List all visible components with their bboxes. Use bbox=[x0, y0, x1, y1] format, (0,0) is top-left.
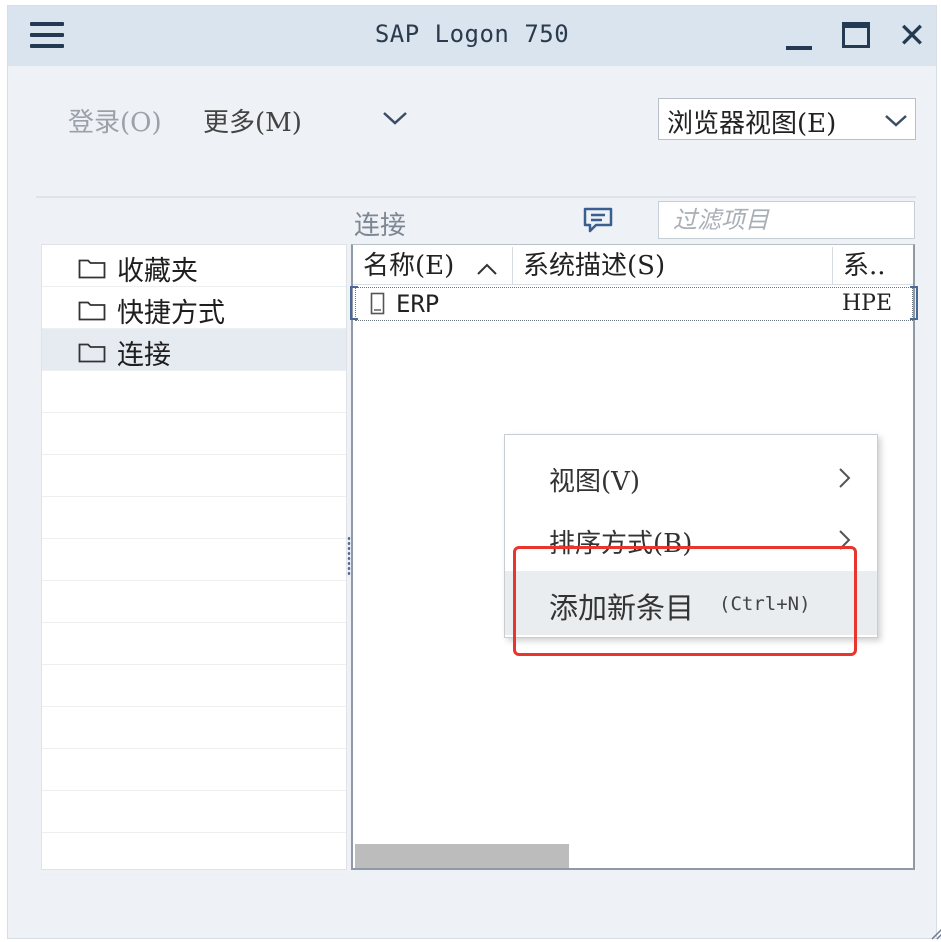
horizontal-scrollbar[interactable] bbox=[355, 844, 569, 868]
tree-item-shortcuts[interactable]: 快捷方式 bbox=[42, 287, 346, 329]
navigation-tree: 收藏夹 快捷方式 连接 bbox=[41, 244, 347, 875]
connection-name: ERP bbox=[396, 290, 440, 318]
connections-heading: 连接 bbox=[354, 211, 407, 241]
tree-item-label: 快捷方式 bbox=[117, 298, 225, 329]
column-header-system[interactable]: 系.. bbox=[833, 247, 911, 285]
column-header-name[interactable]: 名称(E) bbox=[353, 247, 513, 285]
tree-empty-row bbox=[42, 833, 346, 875]
list-item[interactable]: ERP HPE bbox=[350, 286, 918, 321]
tree-empty-row bbox=[42, 497, 346, 539]
sap-logon-window: SAP Logon 750 ✕ 登录(O) 更多(M) 浏览器视图(E) 连接 … bbox=[7, 5, 941, 940]
folder-icon bbox=[78, 301, 106, 321]
title-bar: SAP Logon 750 ✕ bbox=[8, 6, 936, 66]
connection-icon bbox=[370, 292, 385, 315]
maximize-icon bbox=[842, 22, 870, 48]
view-dropdown[interactable]: 浏览器视图(E) bbox=[658, 98, 916, 140]
close-icon: ✕ bbox=[897, 16, 927, 56]
menu-item-label: 视图(V) bbox=[549, 467, 641, 497]
chevron-up-icon bbox=[477, 263, 497, 275]
login-button[interactable]: 登录(O) bbox=[68, 102, 162, 139]
chevron-down-icon[interactable] bbox=[380, 106, 410, 130]
list-header: 名称(E) 系统描述(S) 系.. bbox=[353, 245, 913, 285]
tree-empty-row bbox=[42, 371, 346, 413]
connection-system: HPE bbox=[842, 291, 893, 316]
tree-item-connections[interactable]: 连接 bbox=[42, 329, 346, 371]
minimize-button[interactable] bbox=[780, 16, 820, 56]
chevron-down-icon bbox=[885, 115, 907, 127]
view-dropdown-value: 浏览器视图(E) bbox=[667, 109, 837, 139]
column-header-label: 名称(E) bbox=[363, 251, 455, 281]
tree-empty-row bbox=[42, 791, 346, 833]
close-button[interactable]: ✕ bbox=[892, 16, 932, 56]
tree-item-label: 连接 bbox=[117, 340, 171, 371]
maximize-button[interactable] bbox=[838, 16, 878, 56]
tree-item-label: 收藏夹 bbox=[117, 256, 198, 287]
resize-grip-icon[interactable] bbox=[928, 924, 941, 940]
tree-item-favorites[interactable]: 收藏夹 bbox=[42, 245, 346, 287]
folder-icon bbox=[78, 259, 106, 279]
chevron-right-icon bbox=[839, 468, 851, 488]
tree-empty-row bbox=[42, 455, 346, 497]
tree-empty-row bbox=[42, 581, 346, 623]
focus-bracket bbox=[910, 286, 918, 320]
tree-empty-row bbox=[42, 413, 346, 455]
toolbar-divider bbox=[36, 196, 916, 198]
focus-bracket bbox=[350, 286, 358, 320]
tree-empty-row bbox=[42, 665, 346, 707]
menu-item-view[interactable]: 视图(V) bbox=[505, 445, 877, 509]
tree-empty-row bbox=[42, 749, 346, 791]
tree-empty-row bbox=[42, 623, 346, 665]
tree-empty-row bbox=[42, 539, 346, 581]
filter-field[interactable] bbox=[658, 201, 915, 239]
minimize-icon bbox=[786, 46, 812, 50]
tree-empty-row bbox=[42, 707, 346, 749]
folder-icon bbox=[78, 343, 106, 363]
more-menu-button[interactable]: 更多(M) bbox=[203, 102, 302, 139]
filter-input[interactable] bbox=[659, 202, 914, 238]
highlight-annotation-box bbox=[513, 546, 857, 656]
column-header-description[interactable]: 系统描述(S) bbox=[513, 247, 833, 285]
comment-icon[interactable] bbox=[582, 206, 614, 234]
